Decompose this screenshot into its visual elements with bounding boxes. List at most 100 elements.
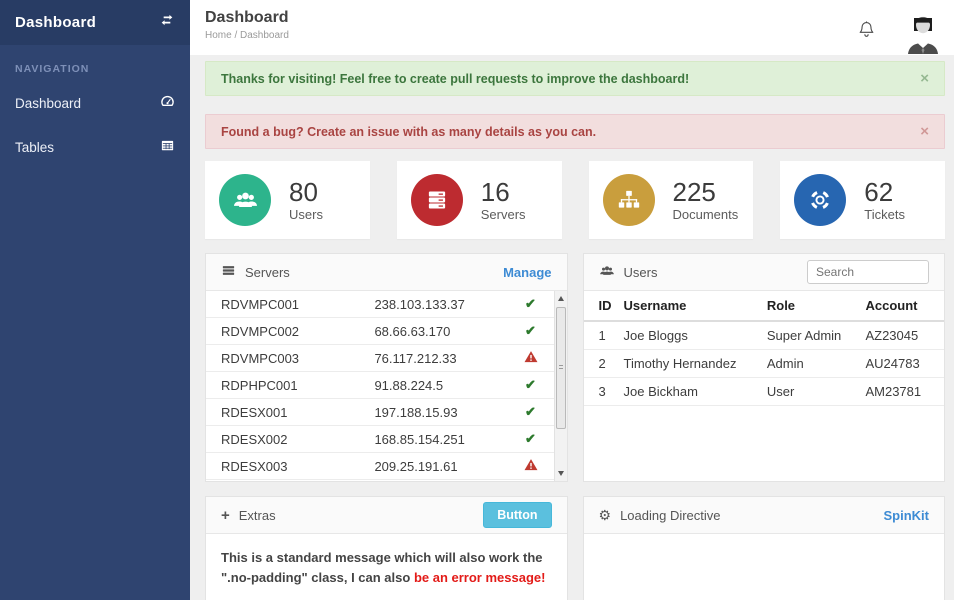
widget-tickets: 62 Tickets — [780, 161, 945, 239]
sidebar-item-tables[interactable]: Tables — [0, 125, 190, 169]
scroll-up-arrow[interactable] — [555, 292, 568, 305]
server-name: RDVMPC002 — [221, 324, 374, 339]
warning-icon — [524, 350, 538, 363]
server-list-icon — [221, 263, 236, 281]
user-row: 2 Timothy Hernandez Admin AU24783 — [584, 350, 945, 378]
widget-value: 62 — [864, 178, 905, 207]
user-account: AU24783 — [859, 350, 944, 378]
nav-section-label: NAVIGATION — [0, 45, 190, 81]
sitemap-icon — [603, 174, 655, 226]
user-row: 1 Joe Bloggs Super Admin AZ23045 — [584, 321, 945, 350]
plus-icon: + — [221, 508, 230, 523]
widget-label: Users — [289, 207, 323, 222]
server-ip: 76.117.212.33 — [374, 351, 513, 366]
loading-body — [584, 534, 945, 600]
server-name: RDESX002 — [221, 432, 374, 447]
user-avatar[interactable] — [904, 12, 942, 54]
stat-widgets-row: 80 Users 16 Servers 225 Docu — [205, 161, 945, 239]
topbar: Dashboard Home / Dashboard — [190, 0, 954, 55]
table-icon — [160, 138, 175, 156]
servers-table: RDVMPC001 238.103.133.37 ✔ RDVMPC002 68.… — [206, 291, 567, 481]
server-name: RDESX001 — [221, 405, 374, 420]
notifications-bell-icon[interactable] — [857, 20, 876, 39]
users-group-icon — [599, 263, 615, 282]
column-header: Username — [618, 291, 761, 321]
spinkit-link[interactable]: SpinKit — [884, 508, 930, 523]
widget-documents: 225 Documents — [589, 161, 754, 239]
widget-servers: 16 Servers — [397, 161, 562, 239]
close-icon[interactable]: × — [920, 71, 929, 86]
widget-value: 80 — [289, 178, 323, 207]
server-status-icon: ✔ — [514, 377, 548, 393]
user-role: User — [761, 378, 860, 406]
user-account: AZ23045 — [859, 321, 944, 350]
user-username: Joe Bickham — [618, 378, 761, 406]
server-row: RDESX002 168.85.154.251 ✔ — [206, 426, 554, 453]
user-id: 2 — [584, 350, 618, 378]
server-row: RDVMPC002 68.66.63.170 ✔ — [206, 318, 554, 345]
server-status-icon: ✔ — [514, 431, 548, 447]
topbar-icons — [857, 0, 942, 55]
server-name: RDPHPC001 — [221, 378, 374, 393]
sidebar-item-dashboard[interactable]: Dashboard — [0, 81, 190, 125]
column-header: Account — [859, 291, 944, 321]
bottom-panel-row: + Extras Button This is a standard messa… — [205, 496, 945, 600]
alert-danger: Found a bug? Create an issue with as man… — [205, 114, 945, 149]
user-role: Admin — [761, 350, 860, 378]
server-row: RDESX001 197.188.15.93 ✔ — [206, 399, 554, 426]
search-input[interactable] — [807, 260, 929, 284]
check-icon: ✔ — [525, 404, 536, 419]
server-ip: 168.85.154.251 — [374, 432, 513, 447]
check-icon: ✔ — [525, 323, 536, 338]
user-role: Super Admin — [761, 321, 860, 350]
server-ip: 238.103.133.37 — [374, 297, 513, 312]
extras-button[interactable]: Button — [483, 502, 551, 528]
sidebar-title: Dashboard — [15, 14, 96, 31]
server-ip: 68.66.63.170 — [374, 324, 513, 339]
widget-value: 225 — [673, 178, 739, 207]
scrollbar-thumb[interactable] — [556, 307, 566, 429]
sidebar-item-label: Dashboard — [15, 96, 81, 111]
server-row: RDESX003 209.25.191.61 ✔ — [206, 453, 554, 480]
content: Thanks for visiting! Feel free to create… — [190, 55, 954, 600]
manage-link[interactable]: Manage — [503, 265, 551, 280]
sidebar: Dashboard NAVIGATION Dashboard Tables — [0, 0, 190, 600]
server-name: RDESX003 — [221, 459, 374, 474]
server-row: RDVMPC003 76.117.212.33 ✔ — [206, 345, 554, 372]
sidebar-header: Dashboard — [0, 0, 190, 45]
main-area: Dashboard Home / Dashboard Thanks for vi… — [190, 0, 954, 600]
server-row: RDVMPC001 238.103.133.37 ✔ — [206, 291, 554, 318]
panel-title: Users — [624, 265, 658, 280]
panel-title: Servers — [245, 265, 290, 280]
users-panel: Users ID Username Role Account — [583, 253, 946, 482]
server-name: RDVMPC003 — [221, 351, 374, 366]
server-ip: 209.25.191.61 — [374, 459, 513, 474]
widget-label: Servers — [481, 207, 526, 222]
scroll-down-arrow[interactable] — [555, 467, 568, 480]
check-icon: ✔ — [525, 431, 536, 446]
server-row: RDPHPC001 91.88.224.5 ✔ — [206, 372, 554, 399]
sidebar-toggle-button[interactable] — [159, 12, 175, 33]
warning-icon — [524, 458, 538, 471]
server-status-icon: ✔ — [514, 296, 548, 312]
panel-title: Loading Directive — [620, 508, 720, 523]
server-ip: 197.188.15.93 — [374, 405, 513, 420]
column-header: Role — [761, 291, 860, 321]
close-icon[interactable]: × — [920, 124, 929, 139]
middle-panel-row: Servers Manage RDVMPC001 238.103.133.37 … — [205, 253, 945, 482]
user-username: Joe Bloggs — [618, 321, 761, 350]
exchange-icon — [159, 12, 175, 33]
alert-danger-text: Found a bug? Create an issue with as man… — [221, 125, 596, 139]
scrollbar[interactable] — [554, 291, 567, 481]
breadcrumb: Home / Dashboard — [205, 30, 954, 41]
dashboard-icon — [160, 94, 175, 112]
sidebar-item-label: Tables — [15, 140, 54, 155]
column-header: ID — [584, 291, 618, 321]
user-account: AM23781 — [859, 378, 944, 406]
widget-label: Tickets — [864, 207, 905, 222]
server-name: RDVMPC001 — [221, 297, 374, 312]
users-table: ID Username Role Account 1 Joe Bloggs Su… — [584, 291, 945, 406]
check-icon: ✔ — [525, 296, 536, 311]
panel-title: Extras — [239, 508, 276, 523]
user-row: 3 Joe Bickham User AM23781 — [584, 378, 945, 406]
